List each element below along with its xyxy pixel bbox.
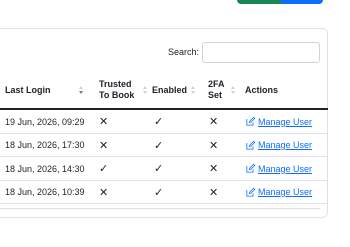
header-actions: Actions bbox=[245, 84, 279, 95]
edit-square-icon bbox=[246, 117, 255, 126]
search-input[interactable] bbox=[202, 41, 320, 63]
actions-cell: Manage User bbox=[246, 181, 312, 204]
actions-cell: Manage User bbox=[246, 110, 312, 133]
search-label: Search: bbox=[167, 47, 199, 57]
manage-user-link[interactable]: Manage User bbox=[246, 117, 312, 127]
edit-square-icon bbox=[246, 187, 255, 197]
sort-indicator-last-login bbox=[78, 83, 83, 97]
header-trusted[interactable]: Trusted To Book bbox=[99, 70, 134, 110]
table-row: 18 Jun, 2026, 10:39 ✕ ✓ ✕ Manage User bbox=[0, 181, 328, 204]
actions-cell: Manage User bbox=[246, 157, 312, 180]
header-enabled[interactable]: Enabled bbox=[152, 70, 187, 110]
header-2fa[interactable]: 2FA Set bbox=[208, 70, 225, 110]
twofa-cell: ✕ bbox=[209, 163, 219, 175]
manage-user-link[interactable]: Manage User bbox=[246, 164, 312, 174]
trusted-cell: ✕ bbox=[99, 186, 109, 199]
table-header: Last Login Trusted To Book Enabled 2FA Set bbox=[0, 70, 328, 110]
sort-indicator-trusted bbox=[142, 83, 147, 97]
sort-desc-icon bbox=[78, 91, 83, 94]
sort-desc-icon bbox=[142, 91, 147, 94]
top-button-group bbox=[237, 0, 323, 4]
twofa-cell: ✕ bbox=[209, 186, 219, 199]
trusted-cell: ✕ bbox=[99, 139, 109, 152]
add-button-partial[interactable] bbox=[237, 0, 281, 4]
sort-asc-icon bbox=[230, 86, 235, 89]
sort-asc-icon bbox=[142, 86, 147, 89]
sort-indicator-2fa bbox=[230, 83, 235, 97]
users-table: Last Login Trusted To Book Enabled 2FA Set bbox=[0, 70, 328, 204]
last-login-cell: 18 Jun, 2026, 17:30 bbox=[5, 140, 85, 150]
export-button-partial[interactable] bbox=[281, 0, 323, 4]
trusted-cell: ✕ bbox=[99, 116, 109, 128]
last-login-cell: 18 Jun, 2026, 10:39 bbox=[5, 187, 85, 197]
enabled-cell: ✓ bbox=[154, 139, 164, 152]
actions-cell: Manage User bbox=[246, 134, 312, 157]
enabled-cell: ✓ bbox=[154, 163, 164, 175]
table-bottom-divider bbox=[0, 208, 320, 209]
sort-desc-icon bbox=[230, 91, 235, 94]
edit-square-icon bbox=[246, 140, 255, 150]
enabled-cell: ✓ bbox=[154, 116, 164, 128]
sort-desc-icon bbox=[190, 91, 195, 94]
last-login-cell: 18 Jun, 2026, 14:30 bbox=[5, 163, 85, 174]
sort-indicator-enabled bbox=[190, 83, 195, 97]
header-last-login[interactable]: Last Login bbox=[5, 70, 51, 110]
twofa-cell: ✕ bbox=[209, 139, 219, 152]
table-row: 18 Jun, 2026, 17:30 ✕ ✓ ✕ Manage User bbox=[0, 134, 328, 157]
table-row: 18 Jun, 2026, 14:30 ✓ ✓ ✕ Manage User bbox=[0, 157, 328, 181]
sort-asc-icon bbox=[78, 86, 83, 89]
manage-user-link[interactable]: Manage User bbox=[246, 140, 312, 150]
table-row: 19 Jun, 2026, 09:29 ✕ ✓ ✕ Manage User bbox=[0, 110, 328, 134]
last-login-cell: 19 Jun, 2026, 09:29 bbox=[5, 116, 85, 127]
search-bar: Search: bbox=[0, 41, 320, 63]
sort-asc-icon bbox=[190, 86, 195, 89]
trusted-cell: ✓ bbox=[99, 163, 109, 175]
manage-user-link[interactable]: Manage User bbox=[246, 187, 312, 197]
edit-square-icon bbox=[246, 164, 255, 173]
twofa-cell: ✕ bbox=[209, 116, 219, 128]
enabled-cell: ✓ bbox=[154, 186, 164, 199]
